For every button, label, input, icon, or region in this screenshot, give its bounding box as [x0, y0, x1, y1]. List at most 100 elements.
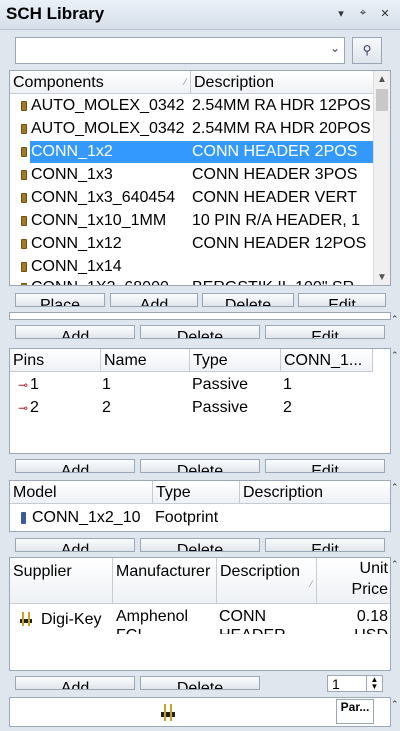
component-icon [21, 101, 27, 111]
pin-number: 2 [30, 399, 39, 416]
aliases-list [9, 312, 391, 320]
chevron-down-icon[interactable]: ⌄ [330, 41, 340, 55]
pin-designator: 1 [283, 376, 292, 393]
column-header-model-type[interactable]: Type [153, 481, 240, 504]
add-supplier-button[interactable]: Add [15, 676, 135, 690]
table-row[interactable]: CONN_1x12 CONN HEADER 12POS [10, 233, 375, 255]
component-icon [21, 262, 27, 272]
quantity-stepper[interactable]: 1 ▲ ▼ [327, 675, 383, 692]
pin-menu-icon[interactable]: ▾ [334, 7, 348, 20]
component-name: CONN_1x12 [31, 235, 122, 252]
panel-title: SCH Library [6, 4, 105, 23]
supplier-part-icon [18, 611, 34, 627]
library-filter-combo[interactable]: ⌄ [15, 37, 345, 64]
collapse-preview-icon[interactable]: ⌃ [391, 699, 399, 710]
add-pin-button[interactable]: Add [15, 459, 135, 473]
delete-alias-button[interactable]: Delete [140, 325, 260, 339]
components-scrollbar[interactable]: ▲ ▼ [373, 71, 390, 285]
collapse-aliases-icon[interactable]: ⌃ [391, 314, 399, 325]
component-name: CONN_1x14 [31, 258, 122, 275]
column-header-pins[interactable]: Pins [10, 349, 101, 372]
edit-model-button[interactable]: Edit [265, 538, 385, 552]
collapse-pins-icon[interactable]: ⌃ [391, 350, 399, 361]
title-bar: SCH Library ▾ ⌖ ✕ [0, 0, 400, 30]
column-header-name[interactable]: Name [101, 349, 190, 372]
component-description: CONN HEADER 12POS [192, 235, 367, 252]
table-row[interactable]: Digi-Key Amphenol FCI CONN HEADER 0.18 U… [10, 605, 390, 634]
component-description: BERGSTIK II .100" SR [192, 277, 375, 285]
search-button[interactable]: ⚲ [352, 37, 382, 64]
component-icon [21, 170, 27, 180]
models-table: Model Type Description CONN_1x2_10 Footp… [9, 480, 391, 532]
table-row-selected[interactable]: CONN_1x2 CONN HEADER 2POS [10, 141, 375, 163]
parameters-button[interactable]: Par... [336, 699, 374, 724]
component-description: CONN HEADER 3POS [192, 166, 358, 183]
component-name: AUTO_MOLEX_0342 [31, 97, 185, 114]
column-header-components[interactable]: Components ⁄ [10, 71, 191, 94]
table-row[interactable]: ⊸ 1 1 Passive 1 [10, 374, 390, 396]
sort-indicator-icon: ⁄ [184, 77, 186, 87]
table-row[interactable]: CONN_1x3_640454 CONN HEADER VERT [10, 187, 375, 209]
table-row[interactable]: AUTO_MOLEX_0342 2.54MM RA HDR 20POS [10, 118, 375, 140]
table-row[interactable]: AUTO_MOLEX_0342 2.54MM RA HDR 12POS [10, 95, 375, 117]
table-row[interactable]: CONN_1x2_10 Footprint [10, 507, 390, 529]
supplier-description: CONN HEADER [219, 608, 286, 634]
component-name: CONN_1x3_640454 [31, 189, 176, 206]
column-header-unit-price[interactable]: Unit Price [317, 558, 390, 604]
table-row[interactable]: CONN_1x3 CONN HEADER 3POS [10, 164, 375, 186]
component-description: CONN HEADER VERT [192, 189, 358, 206]
column-header-model[interactable]: Model [10, 481, 153, 504]
edit-component-button[interactable]: Edit [298, 293, 386, 307]
scrollbar-thumb[interactable] [376, 89, 388, 111]
pin-icon: ⊸ [18, 378, 29, 392]
pin-number: 1 [30, 376, 39, 393]
column-header-model-description[interactable]: Description [240, 481, 390, 504]
column-header-supplier-description[interactable]: Description ⁄ [217, 558, 317, 604]
delete-supplier-button[interactable]: Delete [140, 676, 260, 690]
component-description: 2.54MM RA HDR 20POS [192, 120, 371, 137]
component-description: CONN HEADER 2POS [191, 141, 375, 163]
add-component-button[interactable]: Add [110, 293, 198, 307]
place-button[interactable]: Place [15, 293, 105, 307]
collapse-models-icon[interactable]: ⌃ [391, 482, 399, 493]
component-name: CONN_1x2 [30, 141, 191, 163]
pin-type: Passive [192, 376, 249, 393]
table-row[interactable]: CONN_1x14 [10, 256, 375, 278]
scroll-down-icon[interactable]: ▼ [374, 272, 390, 283]
delete-component-button[interactable]: Delete [202, 293, 294, 307]
edit-alias-button[interactable]: Edit [265, 325, 385, 339]
table-row[interactable]: CONN_1X3_68000 BERGSTIK II .100" SR [10, 277, 375, 285]
pin-type: Passive [192, 399, 249, 416]
delete-pin-button[interactable]: Delete [140, 459, 260, 473]
spin-arrows-icon[interactable]: ▲ ▼ [366, 676, 382, 691]
component-icon [21, 147, 27, 157]
table-row[interactable]: ⊸ 2 2 Passive 2 [10, 397, 390, 419]
add-alias-button[interactable]: Add [15, 325, 135, 339]
model-name: CONN_1x2_10 [32, 509, 141, 526]
column-header-supplier[interactable]: Supplier [10, 558, 113, 604]
pins-table: Pins Name Type CONN_1... ⊸ 1 1 Passive 1… [9, 348, 391, 454]
suppliers-table: Supplier Manufacturer Description ⁄ Unit… [9, 557, 391, 671]
table-row[interactable]: CONN_1x10_1MM 10 PIN R/A HEADER, 1 [10, 210, 375, 232]
float-panel-icon[interactable]: ⌖ [356, 7, 370, 20]
scroll-up-icon[interactable]: ▲ [374, 74, 390, 85]
column-header-type[interactable]: Type [190, 349, 281, 372]
edit-pin-button[interactable]: Edit [265, 459, 385, 473]
component-description: 10 PIN R/A HEADER, 1 [192, 212, 361, 229]
components-table: Components ⁄ Description AUTO_MOLEX_0342… [9, 70, 391, 286]
component-icon [21, 239, 27, 249]
footprint-icon [21, 512, 26, 524]
component-preview-icon [158, 702, 178, 722]
close-panel-icon[interactable]: ✕ [378, 7, 392, 20]
add-model-button[interactable]: Add [15, 538, 135, 552]
sort-indicator-icon: ⁄ [310, 579, 312, 589]
delete-model-button[interactable]: Delete [140, 538, 260, 552]
column-header-conn[interactable]: CONN_1... [281, 349, 373, 372]
component-description: 2.54MM RA HDR 12POS [192, 97, 371, 114]
collapse-suppliers-icon[interactable]: ⌃ [391, 559, 399, 570]
model-type: Footprint [155, 509, 219, 526]
component-name: CONN_1x3 [31, 166, 113, 183]
column-header-manufacturer[interactable]: Manufacturer [113, 558, 217, 604]
component-name: CONN_1x10_1MM [31, 212, 167, 229]
column-header-description[interactable]: Description [191, 71, 375, 94]
